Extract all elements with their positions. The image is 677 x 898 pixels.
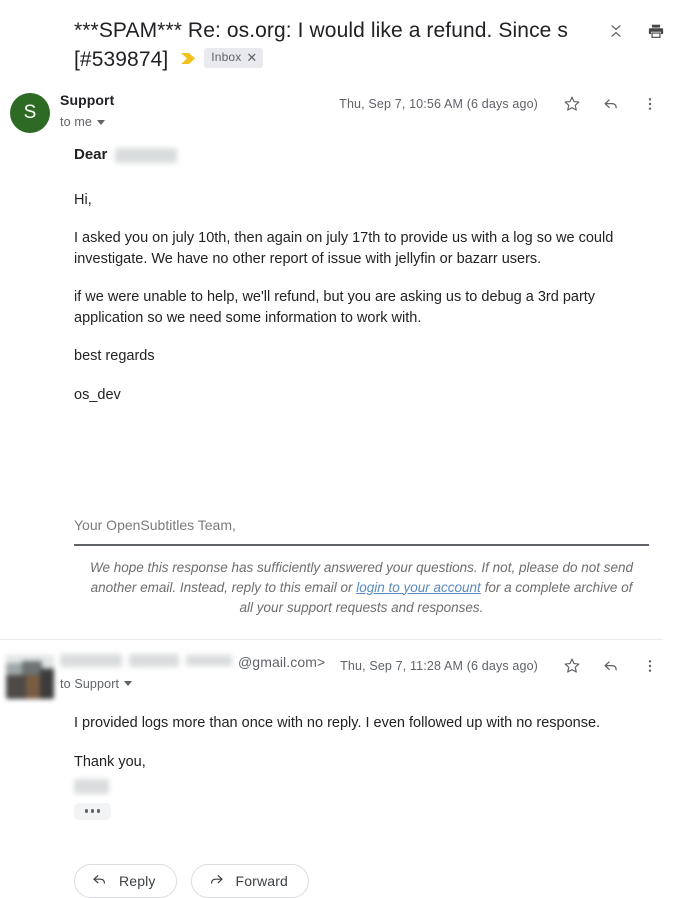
more-vertical-icon[interactable] xyxy=(637,91,663,117)
signature-divider xyxy=(74,543,649,546)
sender-email-domain: @gmail.com> xyxy=(238,653,326,670)
avatar-container: S xyxy=(0,92,60,133)
greeting-line: Dear xyxy=(74,145,649,166)
message-2-body: I provided logs more than once with no r… xyxy=(0,699,663,820)
subject-line: ***SPAM*** Re: os.org: I would like a re… xyxy=(74,19,568,71)
forward-button-label: Forward xyxy=(235,872,288,889)
body-paragraph: best regards xyxy=(74,348,155,364)
collapse-all-icon[interactable] xyxy=(603,18,629,44)
thread-subject-bar: ***SPAM*** Re: os.org: I would like a re… xyxy=(0,0,677,78)
message-2-meta: Thu, Sep 7, 11:28 AM (6 days ago) xyxy=(340,653,663,679)
recipient-dropdown[interactable]: to Support xyxy=(60,677,663,691)
reply-arrow-icon[interactable] xyxy=(598,91,624,117)
chevron-down-icon xyxy=(124,681,133,686)
message-1-meta: Thu, Sep 7, 10:56 AM (6 days ago) xyxy=(339,91,663,117)
greeting-label: Dear xyxy=(74,146,108,163)
trim-dot xyxy=(96,809,100,813)
forward-button[interactable]: Forward xyxy=(190,863,309,898)
label-chip-text: Inbox xyxy=(211,50,242,65)
redacted-sender-email-local xyxy=(186,654,232,666)
body-paragraph: I provided logs more than once with no r… xyxy=(74,714,601,731)
signature-line: Your OpenSubtitles Team, xyxy=(74,517,236,533)
forward-arrow-icon xyxy=(208,871,225,891)
login-to-your-account-link[interactable]: login to your account xyxy=(356,580,481,595)
star-outline-icon[interactable] xyxy=(559,91,585,117)
body-paragraph: if we were unable to help, we'll refund,… xyxy=(74,289,596,326)
page-title: ***SPAM*** Re: os.org: I would like a re… xyxy=(74,16,579,74)
reply-button[interactable]: Reply xyxy=(74,863,177,898)
reply-arrow-icon[interactable] xyxy=(598,653,624,679)
message-1: S Support to me Thu, Sep 7, 10:56 AM (6 … xyxy=(0,78,677,640)
avatar[interactable] xyxy=(6,654,54,699)
trim-dot xyxy=(90,809,95,813)
recipient-label: to me xyxy=(60,115,93,129)
body-paragraph: I asked you on july 10th, then again on … xyxy=(74,230,614,267)
body-paragraph: os_dev xyxy=(74,386,121,403)
star-outline-icon[interactable] xyxy=(559,653,585,679)
subject-meta: Inbox ✕ xyxy=(180,48,264,69)
close-x-icon[interactable]: ✕ xyxy=(246,51,257,64)
important-chevron-icon[interactable] xyxy=(180,52,196,65)
redacted-sender-first xyxy=(60,653,122,667)
message-2-header: @gmail.com> to Support Thu, Sep 7, 11:28… xyxy=(0,640,663,699)
avatar[interactable]: S xyxy=(10,93,50,133)
trim-dot xyxy=(85,809,89,813)
avatar-container xyxy=(0,654,60,699)
sender-name: Support xyxy=(60,92,115,108)
more-vertical-icon[interactable] xyxy=(637,653,663,679)
timestamp: Thu, Sep 7, 11:28 AM (6 days ago) xyxy=(340,658,538,673)
disclaimer-text: We hope this response has sufficiently a… xyxy=(74,558,649,618)
thread-header-actions xyxy=(603,18,669,44)
print-icon[interactable] xyxy=(643,18,669,44)
redacted-recipient-name xyxy=(115,147,178,163)
reply-button-label: Reply xyxy=(119,872,156,889)
body-paragraph: Thank you, xyxy=(74,754,146,770)
sender-name xyxy=(60,653,232,667)
message-actions: Reply Forward xyxy=(0,820,677,898)
reply-arrow-icon xyxy=(91,871,108,891)
timestamp: Thu, Sep 7, 10:56 AM (6 days ago) xyxy=(339,97,538,111)
recipient-dropdown[interactable]: to me xyxy=(60,115,663,129)
message-2: @gmail.com> to Support Thu, Sep 7, 11:28… xyxy=(0,640,677,820)
show-trimmed-content-icon[interactable] xyxy=(74,802,111,820)
recipient-label: to Support xyxy=(60,676,120,691)
chevron-down-icon xyxy=(97,119,106,125)
redacted-signature xyxy=(74,778,109,794)
label-chip-inbox[interactable]: Inbox ✕ xyxy=(204,48,264,69)
redacted-sender-last xyxy=(129,653,179,667)
body-paragraph: Hi, xyxy=(74,191,92,208)
message-1-body: Dear Hi, I asked you on july 10th, then … xyxy=(0,133,663,618)
message-1-header: S Support to me Thu, Sep 7, 10:56 AM (6 … xyxy=(0,78,663,133)
